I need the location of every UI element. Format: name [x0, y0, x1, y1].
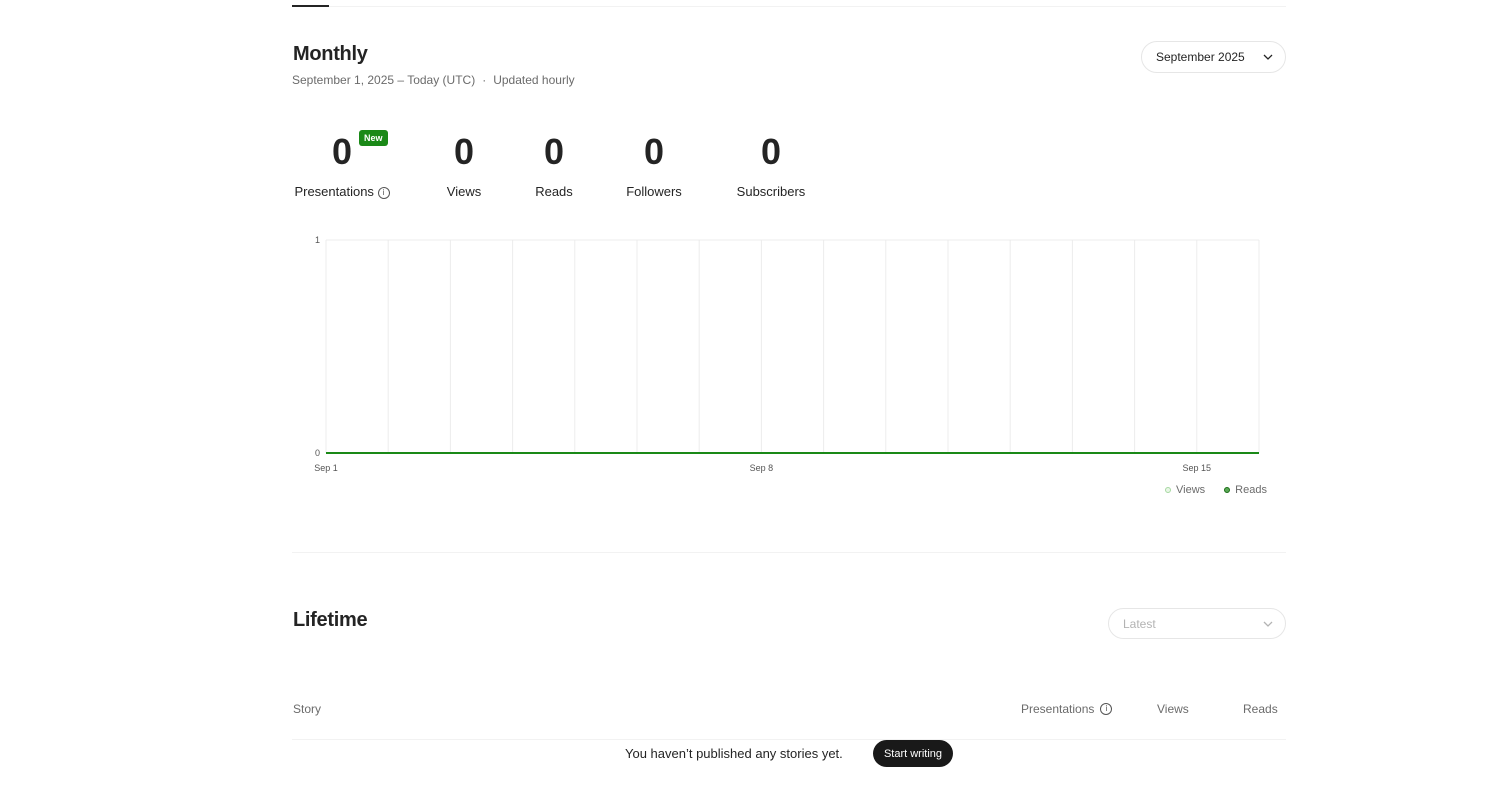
new-badge: New: [359, 130, 388, 146]
section-divider: [292, 552, 1286, 553]
sort-select-placeholder: Latest: [1123, 616, 1156, 631]
column-header-label: Presentations: [1021, 702, 1095, 716]
info-icon[interactable]: i: [377, 186, 390, 199]
info-icon[interactable]: i: [1100, 703, 1113, 715]
stat-views: 0 Views: [424, 131, 504, 200]
column-header-story: Story: [293, 702, 322, 716]
stat-label: Presentations: [294, 184, 374, 199]
table-header-divider: [292, 739, 1286, 740]
monthly-subtitle: September 1, 2025 – Today (UTC) · Update…: [292, 73, 575, 87]
chart-legend: Views Reads: [1165, 484, 1267, 496]
legend-swatch-views: [1165, 487, 1171, 493]
lifetime-heading: Lifetime: [293, 609, 368, 631]
monthly-heading: Monthly: [293, 43, 368, 65]
stat-label: Views: [446, 184, 482, 199]
separator: ·: [482, 73, 487, 87]
stat-subscribers: 0 Subscribers: [726, 131, 816, 200]
column-header-presentations: Presentations i: [1021, 702, 1113, 716]
monthly-chart: 1 0 Sep 1 Sep 8 Sep 15: [314, 235, 1260, 473]
column-header-views: Views: [1157, 702, 1189, 716]
stat-value: 0: [453, 131, 475, 172]
month-select-value: September 2025: [1156, 50, 1245, 64]
chevron-down-icon: [1263, 54, 1273, 60]
tab-bar-divider: [292, 6, 1286, 7]
column-header-reads: Reads: [1243, 702, 1278, 716]
active-tab-indicator: [292, 5, 329, 7]
stat-value: 0: [643, 131, 665, 172]
legend-label-views: Views: [1176, 484, 1206, 496]
x-tick-label: Sep 1: [314, 463, 338, 473]
sort-select[interactable]: Latest: [1108, 608, 1286, 639]
stat-value: 0: [760, 131, 782, 172]
start-writing-button[interactable]: Start writing: [873, 740, 953, 767]
y-tick-label: 1: [315, 235, 320, 245]
chevron-down-icon: [1263, 621, 1273, 627]
stat-value: 0: [543, 131, 565, 172]
x-tick-label: Sep 15: [1183, 463, 1212, 473]
stat-label: Reads: [535, 184, 573, 199]
legend-label-reads: Reads: [1235, 484, 1267, 496]
y-tick-label: 0: [315, 448, 320, 458]
x-tick-label: Sep 8: [750, 463, 774, 473]
update-frequency: Updated hourly: [493, 73, 575, 87]
month-select[interactable]: September 2025: [1141, 41, 1286, 73]
date-range: September 1, 2025 – Today (UTC): [292, 73, 476, 87]
stat-label-row: Presentations i: [292, 184, 392, 199]
stat-label: Subscribers: [736, 184, 806, 199]
legend-swatch-reads: [1224, 487, 1231, 493]
stat-reads: 0 Reads: [514, 131, 594, 200]
stat-followers: 0 Followers: [614, 131, 694, 200]
empty-state-message: You haven’t published any stories yet.: [625, 746, 843, 761]
stat-label: Followers: [626, 184, 682, 199]
